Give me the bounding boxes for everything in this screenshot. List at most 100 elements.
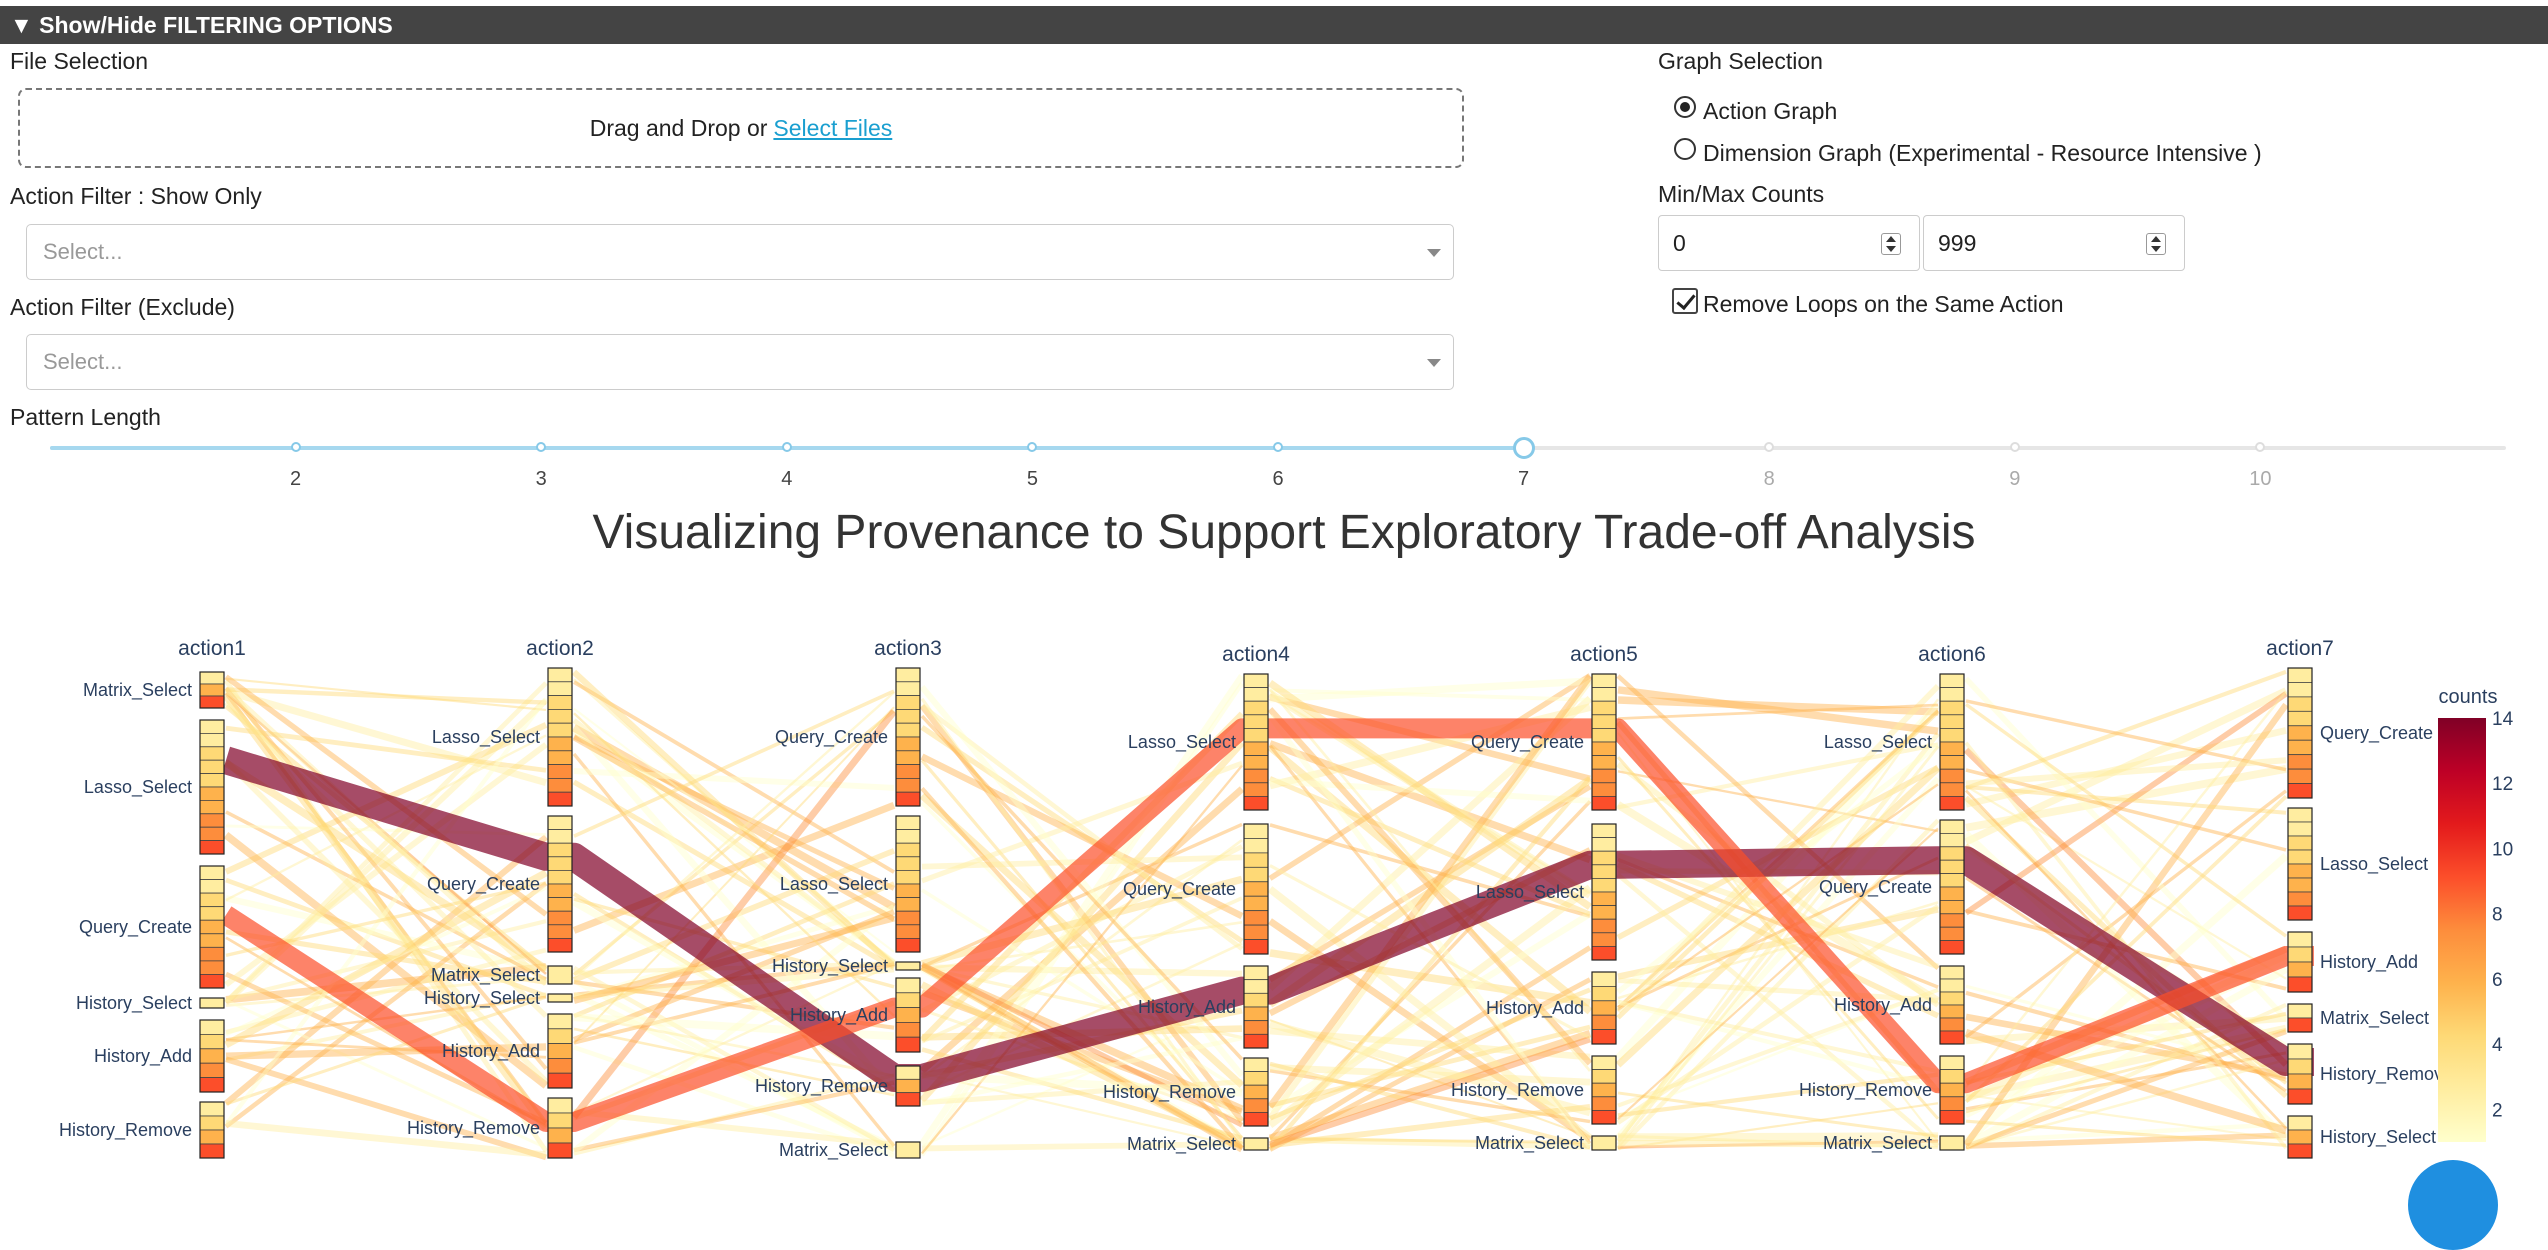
category-block[interactable]: Matrix_Select	[1127, 1134, 1269, 1155]
action-graph-radio[interactable]	[1674, 96, 1696, 118]
category-segment	[1243, 755, 1269, 770]
category-segment	[199, 1129, 225, 1145]
category-segment	[199, 960, 225, 975]
category-block[interactable]: History_Add	[2287, 931, 2418, 993]
pattern-length-handle[interactable]	[1513, 437, 1535, 459]
stepper-icon[interactable]	[2146, 233, 2166, 255]
category-segment	[1591, 755, 1617, 770]
category-segment	[1939, 741, 1965, 756]
category-segment	[199, 946, 225, 962]
category-segment	[1939, 991, 1965, 1006]
parallel-categories-chart[interactable]: action1 Matrix_Select Lasso_Select Query_Cr…	[0, 620, 2548, 1185]
category-block[interactable]: History_Select	[424, 988, 573, 1009]
max-count-input[interactable]: 999	[1923, 215, 2185, 271]
category-block[interactable]: History_Select	[76, 993, 225, 1014]
category-label: Matrix_Select	[83, 680, 192, 701]
pattern-length-step-3[interactable]	[536, 442, 547, 452]
category-block[interactable]: History_Add	[94, 1019, 225, 1093]
ribbon[interactable]	[225, 687, 547, 705]
action-filter-exclude-select[interactable]: Select...	[26, 334, 1454, 390]
pattern-length-step-5[interactable]	[1027, 442, 1038, 452]
category-segment	[199, 826, 225, 841]
category-segment	[895, 764, 921, 779]
category-segment	[1591, 741, 1617, 756]
pattern-length-label: Pattern Length	[10, 404, 161, 430]
category-block[interactable]: History_Select	[772, 956, 921, 977]
category-label: History_Add	[2320, 952, 2418, 973]
category-label: History_Remove	[59, 1120, 192, 1141]
colorbar-tick: 6	[2492, 970, 2503, 991]
category-segment	[895, 897, 921, 912]
category-segment	[199, 840, 225, 855]
category-label: History_Select	[76, 993, 192, 1014]
category-segment	[895, 1141, 921, 1159]
category-block[interactable]: Query_Create	[2287, 667, 2433, 799]
category-segment	[1591, 891, 1617, 907]
category-segment	[1591, 795, 1617, 811]
category-block[interactable]: Matrix_Select	[83, 671, 225, 709]
category-segment	[1591, 1096, 1617, 1111]
pattern-length-step-8[interactable]	[1764, 442, 1775, 452]
pattern-length-mark-label: 10	[2249, 468, 2272, 490]
action-filter-show-select[interactable]: Select...	[26, 224, 1454, 280]
category-segment	[547, 791, 573, 807]
category-segment	[1243, 1006, 1269, 1022]
category-segment	[547, 1142, 573, 1159]
category-block[interactable]: Matrix_Select	[1823, 1133, 1965, 1154]
remove-loops-checkbox[interactable]	[1672, 288, 1698, 314]
dimension-graph-radio[interactable]	[1674, 138, 1696, 160]
pattern-length-step-6[interactable]	[1273, 442, 1283, 452]
category-segment	[1243, 1098, 1269, 1113]
category-segment	[199, 719, 225, 734]
category-segment	[1939, 1017, 1965, 1032]
category-label: History_Add	[442, 1041, 540, 1062]
category-block[interactable]: History_Remove	[59, 1101, 225, 1159]
category-segment	[1939, 795, 1965, 811]
category-segment	[547, 1127, 573, 1144]
category-segment	[1591, 945, 1617, 961]
category-segment	[1939, 1109, 1965, 1125]
filtering-options-toggle[interactable]: ▼ Show/Hide FILTERING OPTIONS	[0, 6, 2548, 44]
category-segment	[895, 961, 921, 971]
select-files-link[interactable]: Select Files	[773, 115, 892, 142]
stepper-icon[interactable]	[1881, 233, 1901, 255]
category-block[interactable]: History_Select	[2287, 1115, 2436, 1159]
category-segment	[2287, 696, 2313, 712]
category-segment	[2287, 1043, 2313, 1060]
category-block[interactable]: History_Add	[1138, 965, 1269, 1049]
floating-action-button[interactable]	[2408, 1160, 2498, 1250]
category-segment	[1591, 700, 1617, 716]
category-block[interactable]: Query_Create	[79, 865, 225, 989]
category-segment	[1591, 1082, 1617, 1098]
category-segment	[895, 992, 921, 1008]
category-label: Lasso_Select	[432, 727, 540, 748]
category-segment	[895, 829, 921, 844]
file-dropzone[interactable]: Drag and Drop or Select Files	[18, 88, 1464, 168]
category-block[interactable]: Lasso_Select	[84, 719, 225, 855]
category-block[interactable]: Matrix_Select	[2287, 1003, 2429, 1033]
colorbar-tick: 10	[2492, 839, 2513, 860]
category-segment	[895, 1036, 921, 1053]
pattern-length-step-9[interactable]	[2009, 442, 2020, 452]
category-segment	[1243, 992, 1269, 1008]
pattern-length-step-2[interactable]	[290, 442, 301, 452]
category-segment	[1591, 877, 1617, 893]
category-block[interactable]: Matrix_Select	[1475, 1133, 1617, 1154]
colorbar-tick: 8	[2492, 905, 2503, 926]
min-count-input[interactable]: 0	[1658, 215, 1920, 271]
pattern-length-mark-label: 4	[781, 468, 793, 490]
category-segment	[1591, 850, 1617, 866]
pattern-length-step-4[interactable]	[781, 442, 792, 452]
pattern-length-step-10[interactable]	[2255, 442, 2266, 452]
category-label: Query_Create	[79, 917, 192, 938]
pattern-length-mark-label: 7	[1518, 468, 1530, 490]
category-segment	[895, 791, 921, 807]
category-block[interactable]: Matrix_Select	[779, 1140, 921, 1161]
category-segment	[199, 695, 225, 709]
category-segment	[1591, 905, 1617, 920]
category-block[interactable]: Lasso_Select	[2287, 807, 2428, 921]
category-segment	[2287, 1003, 2313, 1019]
category-block[interactable]: Matrix_Select	[431, 965, 573, 986]
category-label: Lasso_Select	[1128, 732, 1236, 753]
category-segment	[1243, 852, 1269, 868]
